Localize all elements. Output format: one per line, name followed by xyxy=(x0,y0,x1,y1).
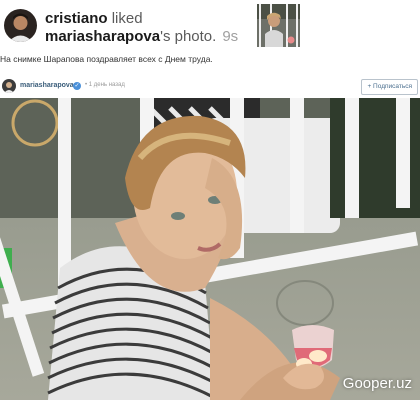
notification-object: 's photo. xyxy=(160,28,217,45)
like-notification: cristiano liked mariasharapova's photo. 9… xyxy=(0,0,420,50)
post-time-ago: • 1 день назад xyxy=(85,82,125,88)
notification-time: 9s xyxy=(222,28,239,45)
photo-thumbnail[interactable] xyxy=(257,4,300,47)
actor-username[interactable]: cristiano xyxy=(45,10,108,27)
post-author-username[interactable]: mariasharapova xyxy=(20,82,74,89)
follow-button[interactable]: + Подписаться xyxy=(361,79,418,95)
actor-avatar[interactable] xyxy=(4,9,37,42)
post-photo[interactable]: Gooper.uz xyxy=(0,98,420,400)
watermark: Gooper.uz xyxy=(342,375,412,392)
photo-caption: На снимке Шарапова поздравляет всех с Дн… xyxy=(0,54,213,64)
photo-image xyxy=(0,98,420,400)
verified-badge-icon: ✓ xyxy=(73,82,81,90)
owner-username[interactable]: mariasharapova xyxy=(45,28,160,45)
post-header: mariasharapova ✓ • 1 день назад + Подпис… xyxy=(0,76,420,98)
notification-action: liked xyxy=(107,10,143,27)
post-author-avatar[interactable] xyxy=(2,79,16,93)
